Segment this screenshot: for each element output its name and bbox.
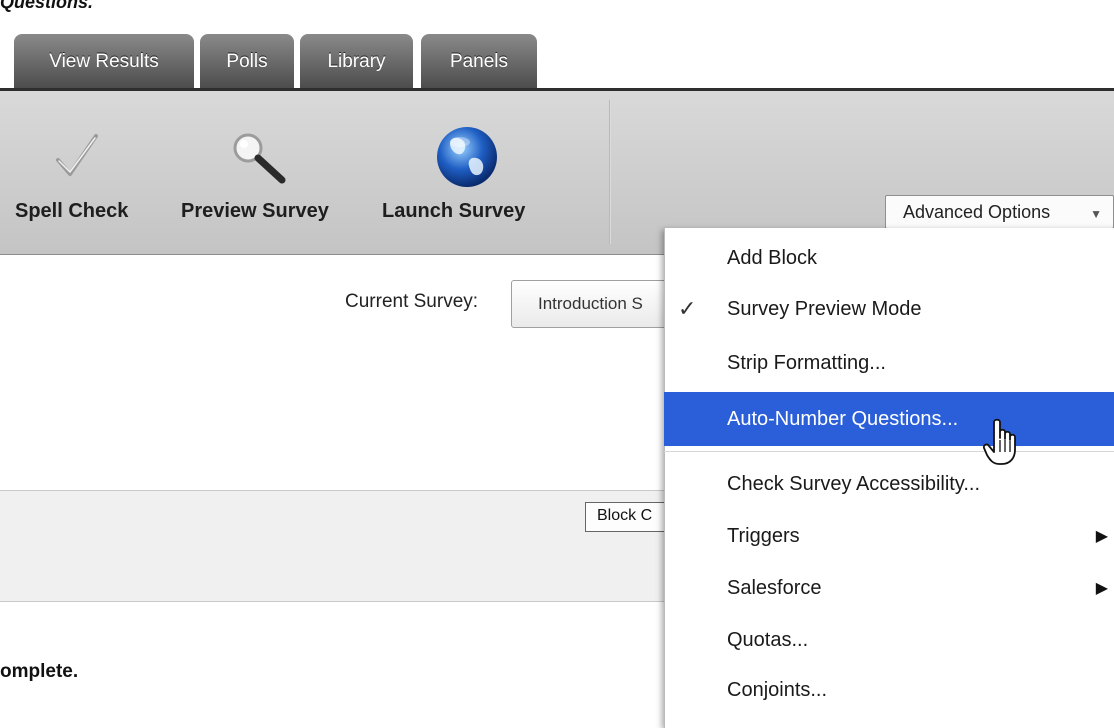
menu-item-add-block[interactable]: Add Block	[664, 233, 1114, 283]
menu-item-label: Quotas...	[727, 628, 809, 651]
current-survey-select[interactable]: Introduction S	[511, 280, 681, 328]
current-survey-label: Current Survey:	[345, 291, 479, 312]
tab-panels[interactable]: Panels	[421, 34, 537, 90]
menu-item-quotas[interactable]: Quotas...	[664, 615, 1114, 665]
tab-library[interactable]: Library	[300, 34, 413, 90]
menu-item-label: Check Survey Accessibility...	[727, 472, 981, 495]
menu-item-label: Conjoints...	[727, 678, 828, 701]
launch-survey-button[interactable]: Launch Survey	[382, 200, 525, 223]
checkmark-icon: ✓	[678, 296, 697, 321]
menu-item-label: Add Block	[727, 246, 818, 269]
menu-item-auto-number-questions[interactable]: Auto-Number Questions...	[664, 392, 1114, 446]
preview-survey-button[interactable]: Preview Survey	[181, 200, 329, 223]
block-text: omplete.	[0, 661, 79, 682]
menu-item-label: Triggers	[727, 524, 800, 547]
menu-item-conjoints[interactable]: Conjoints...	[664, 665, 1114, 715]
block-options-button[interactable]: Block C	[585, 502, 675, 532]
menu-item-survey-preview-mode[interactable]: ✓ Survey Preview Mode	[664, 284, 1114, 334]
toolbar-divider	[609, 100, 611, 244]
submenu-arrow-icon: ▶	[1095, 580, 1108, 597]
hand-cursor-icon	[982, 418, 1026, 468]
menu-item-label: Auto-Number Questions...	[727, 407, 959, 430]
advanced-options-dropdown[interactable]: Advanced Options ▼	[885, 195, 1114, 229]
menu-item-label: Survey Preview Mode	[727, 297, 922, 320]
menu-separator	[664, 451, 1114, 452]
menu-item-label: Salesforce	[727, 576, 822, 599]
tab-polls[interactable]: Polls	[200, 34, 294, 90]
page-caption: Questions.	[0, 0, 94, 12]
spell-check-button[interactable]: Spell Check	[15, 200, 128, 223]
globe-icon[interactable]	[434, 124, 500, 190]
magnifier-icon[interactable]	[228, 130, 290, 186]
menu-item-label: Strip Formatting...	[727, 351, 886, 374]
chevron-down-icon: ▼	[1090, 207, 1102, 221]
submenu-arrow-icon: ▶	[1095, 528, 1108, 545]
tab-view-results[interactable]: View Results	[14, 34, 194, 90]
menu-item-strip-formatting[interactable]: Strip Formatting...	[664, 338, 1114, 388]
checkmark-icon[interactable]	[52, 130, 102, 180]
menu-item-salesforce[interactable]: Salesforce ▶	[664, 563, 1114, 613]
advanced-options-label: Advanced Options	[903, 201, 1051, 222]
menu-item-check-accessibility[interactable]: Check Survey Accessibility...	[664, 459, 1114, 509]
menu-item-triggers[interactable]: Triggers ▶	[664, 511, 1114, 561]
